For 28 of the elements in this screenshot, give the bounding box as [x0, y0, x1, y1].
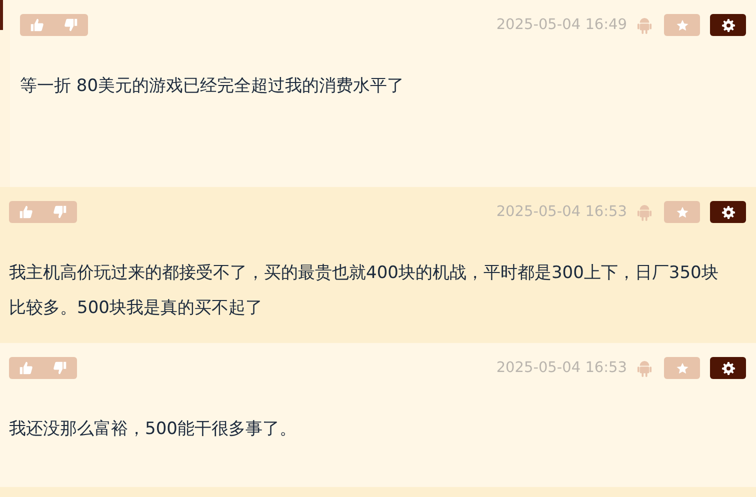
thumbs-down-icon[interactable] — [64, 18, 78, 32]
thumbs-up-icon[interactable] — [30, 18, 44, 32]
comment-text: 等一折 80美元的游戏已经完全超过我的消费水平了 — [20, 75, 406, 98]
thumbs-up-icon[interactable] — [19, 361, 33, 375]
comment-text: 我主机高价玩过来的都接受不了，买的最贵也就400块的机战，平时都是300上下，日厂350块比较多。500块我是真的买不起了 — [9, 262, 720, 320]
thumbs-down-icon[interactable] — [53, 205, 67, 219]
android-icon — [637, 360, 652, 376]
reply-marker — [0, 0, 3, 30]
comment-text: 我还没那么富裕，500能干很多事了。 — [9, 418, 298, 441]
comment-time: 2025-05-04 16:49 — [496, 17, 627, 33]
settings-button[interactable] — [710, 14, 746, 36]
settings-icon — [722, 18, 734, 32]
favorite-button[interactable] — [664, 201, 700, 223]
star-icon — [676, 362, 688, 374]
android-icon — [637, 16, 652, 34]
favorite-button[interactable] — [664, 14, 700, 36]
thumbs-down-icon[interactable] — [53, 361, 67, 375]
comment-time: 2025-05-04 16:53 — [496, 360, 627, 376]
settings-icon — [722, 362, 734, 374]
comment-time: 2025-05-04 16:53 — [496, 204, 627, 220]
settings-button[interactable] — [710, 357, 746, 379]
settings-button[interactable] — [710, 201, 746, 223]
star-icon — [676, 18, 688, 32]
settings-icon — [722, 206, 734, 218]
favorite-button[interactable] — [664, 357, 700, 379]
thumbs-up-icon[interactable] — [19, 205, 33, 219]
android-icon — [637, 204, 652, 220]
star-icon — [676, 206, 688, 218]
